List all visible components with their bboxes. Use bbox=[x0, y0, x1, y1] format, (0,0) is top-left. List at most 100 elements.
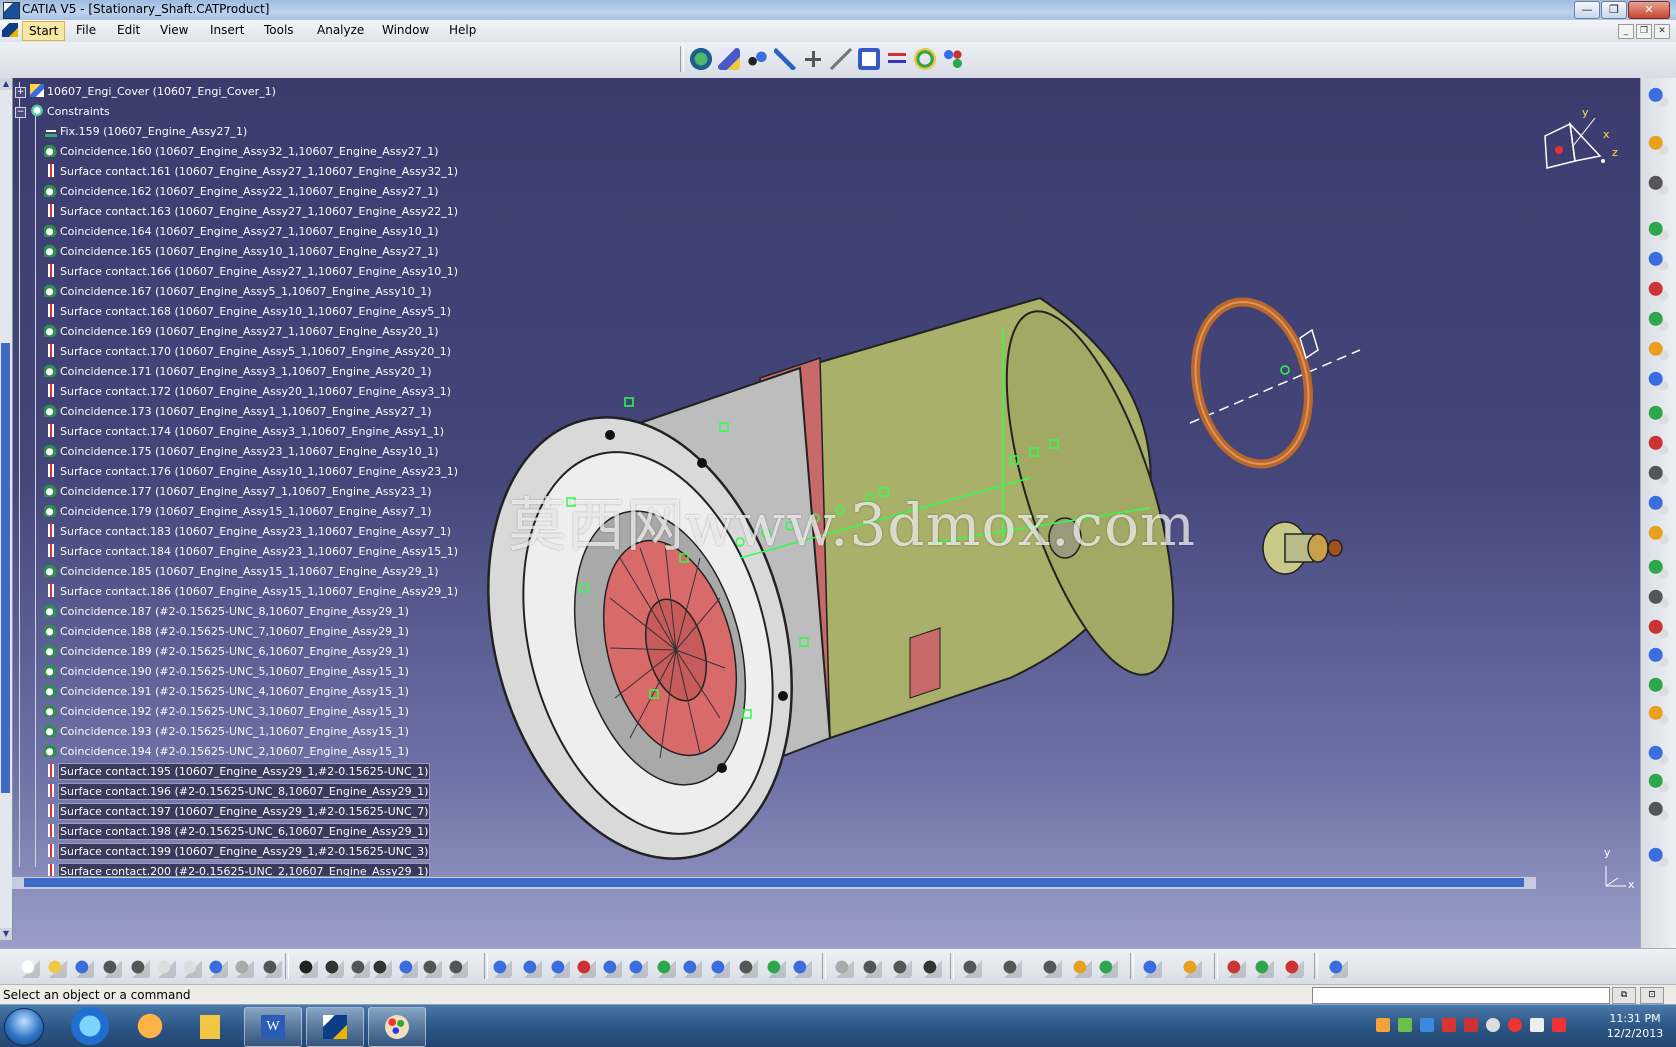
normal-view-icon[interactable] bbox=[654, 956, 676, 978]
command-options-button[interactable]: ⧉ bbox=[1612, 987, 1636, 1004]
lock-icon[interactable] bbox=[420, 956, 442, 978]
retaining-ring[interactable] bbox=[1181, 291, 1323, 474]
anchor-icon[interactable] bbox=[802, 48, 824, 70]
offset-tool-icon[interactable] bbox=[1648, 310, 1670, 332]
menu-help[interactable]: Help bbox=[449, 23, 476, 37]
close-button[interactable]: ✕ bbox=[1628, 1, 1670, 19]
iso-view-icon[interactable] bbox=[708, 956, 730, 978]
sketch-icon[interactable] bbox=[396, 956, 418, 978]
media-player-icon[interactable] bbox=[122, 1007, 178, 1045]
fix-together-icon[interactable] bbox=[1648, 404, 1670, 426]
explorer-folder-icon[interactable] bbox=[182, 1007, 238, 1045]
new-component-icon[interactable] bbox=[690, 48, 712, 70]
grid-icon[interactable] bbox=[1282, 956, 1304, 978]
select-arrow-icon[interactable] bbox=[1648, 134, 1670, 156]
scroll-thumb[interactable] bbox=[1, 343, 10, 793]
zoom-out-icon[interactable] bbox=[626, 956, 648, 978]
paste-icon[interactable] bbox=[180, 956, 202, 978]
doc-restore-button[interactable]: ❐ bbox=[1636, 24, 1652, 39]
menu-edit[interactable]: Edit bbox=[117, 23, 140, 37]
tray-app-icon[interactable] bbox=[1376, 1018, 1390, 1032]
section-icon[interactable] bbox=[1648, 646, 1670, 668]
shading-icon[interactable] bbox=[736, 956, 758, 978]
nozzle-fitting[interactable] bbox=[1262, 521, 1343, 575]
paint-icon[interactable] bbox=[1180, 956, 1202, 978]
measure-icon[interactable] bbox=[446, 956, 468, 978]
measure-icon[interactable] bbox=[830, 48, 852, 70]
fly-icon[interactable] bbox=[490, 956, 512, 978]
menu-start[interactable]: Start bbox=[22, 21, 66, 41]
zoom-in-icon[interactable] bbox=[600, 956, 622, 978]
new-file-icon[interactable] bbox=[18, 956, 40, 978]
horizontal-scrollbar[interactable] bbox=[12, 876, 1536, 889]
paint-taskbar-button[interactable] bbox=[368, 1007, 426, 1047]
document-icon[interactable] bbox=[2, 23, 18, 37]
change-constraint-icon[interactable] bbox=[1648, 494, 1670, 516]
open-file-icon[interactable] bbox=[45, 956, 67, 978]
scroll-down-arrow[interactable]: ▼ bbox=[0, 928, 12, 940]
command-input[interactable] bbox=[1312, 987, 1610, 1004]
rotate-icon[interactable] bbox=[574, 956, 596, 978]
gear-icon[interactable] bbox=[1648, 86, 1670, 108]
print-icon[interactable] bbox=[100, 956, 122, 978]
engine-cover-assembly[interactable] bbox=[442, 293, 1208, 893]
word-taskbar-button[interactable]: W bbox=[244, 1007, 302, 1047]
table-icon[interactable] bbox=[370, 956, 392, 978]
clash-icon[interactable] bbox=[1648, 618, 1670, 640]
maximize-button[interactable]: ❐ bbox=[1601, 1, 1627, 19]
formula-icon[interactable] bbox=[296, 956, 318, 978]
apply-material-icon[interactable] bbox=[1224, 956, 1246, 978]
whats-this-icon[interactable] bbox=[260, 956, 282, 978]
hyperlink-icon[interactable] bbox=[890, 956, 912, 978]
comment-icon[interactable] bbox=[322, 956, 344, 978]
undo-icon[interactable] bbox=[206, 956, 228, 978]
existing-component-icon[interactable] bbox=[718, 48, 740, 70]
lock-parts-icon[interactable] bbox=[1070, 956, 1092, 978]
pan-icon[interactable] bbox=[548, 956, 570, 978]
assembly-constraints-icon[interactable] bbox=[1648, 220, 1670, 242]
expand-toggle[interactable]: + bbox=[15, 87, 26, 98]
collapse-toggle[interactable]: − bbox=[15, 107, 26, 118]
product-init-icon[interactable] bbox=[1648, 704, 1670, 726]
menu-view[interactable]: View bbox=[160, 23, 188, 37]
menu-window[interactable]: Window bbox=[382, 23, 429, 37]
doc-minimize-button[interactable]: _ bbox=[1618, 24, 1634, 39]
update-icon[interactable] bbox=[914, 48, 936, 70]
minimize-button[interactable]: — bbox=[1574, 1, 1600, 19]
flexible-icon[interactable] bbox=[1648, 464, 1670, 486]
menu-tools[interactable]: Tools bbox=[264, 23, 294, 37]
tools-icon[interactable] bbox=[348, 956, 370, 978]
replace-component-icon[interactable] bbox=[746, 48, 768, 70]
command-help-button[interactable]: ⊡ bbox=[1640, 987, 1664, 1004]
sphere-icon[interactable] bbox=[1140, 956, 1162, 978]
catalog-icon[interactable] bbox=[858, 48, 880, 70]
flexible-sub-icon[interactable] bbox=[1040, 956, 1062, 978]
design-table-icon[interactable] bbox=[1252, 956, 1274, 978]
stop-manipulate-icon[interactable] bbox=[1648, 588, 1670, 610]
snap-tool-icon[interactable] bbox=[1096, 956, 1118, 978]
link-icon[interactable] bbox=[860, 956, 882, 978]
menu-file[interactable]: File bbox=[76, 23, 96, 37]
tray-security-icon[interactable] bbox=[1464, 1018, 1478, 1032]
internet-explorer-icon[interactable] bbox=[62, 1007, 118, 1045]
manipulation-icon[interactable] bbox=[774, 48, 796, 70]
catia-taskbar-button[interactable] bbox=[306, 1007, 364, 1047]
redo-icon[interactable] bbox=[232, 956, 254, 978]
windows-start-button[interactable] bbox=[4, 1008, 44, 1046]
system-clock[interactable]: 11:31 PM 12/2/2013 bbox=[1598, 1011, 1672, 1041]
manipulate-icon[interactable] bbox=[1000, 956, 1022, 978]
menu-analyze[interactable]: Analyze bbox=[317, 23, 364, 37]
camera-icon[interactable] bbox=[920, 956, 942, 978]
distance-icon[interactable] bbox=[1648, 676, 1670, 698]
coincidence-tool-icon[interactable] bbox=[1648, 250, 1670, 272]
explode-icon[interactable] bbox=[1648, 558, 1670, 580]
reuse-pattern-icon[interactable] bbox=[1648, 524, 1670, 546]
tray-error-icon[interactable] bbox=[1508, 1018, 1522, 1032]
tree-scrollbar[interactable]: ▲ ▼ bbox=[0, 78, 13, 940]
axis-system-icon[interactable] bbox=[1648, 846, 1670, 868]
publish-icon[interactable] bbox=[1648, 800, 1670, 822]
save-icon[interactable] bbox=[72, 956, 94, 978]
tray-flag-icon[interactable] bbox=[1530, 1018, 1544, 1032]
fix-tool-icon[interactable] bbox=[1648, 370, 1670, 392]
tray-alert-icon[interactable] bbox=[1442, 1018, 1456, 1032]
